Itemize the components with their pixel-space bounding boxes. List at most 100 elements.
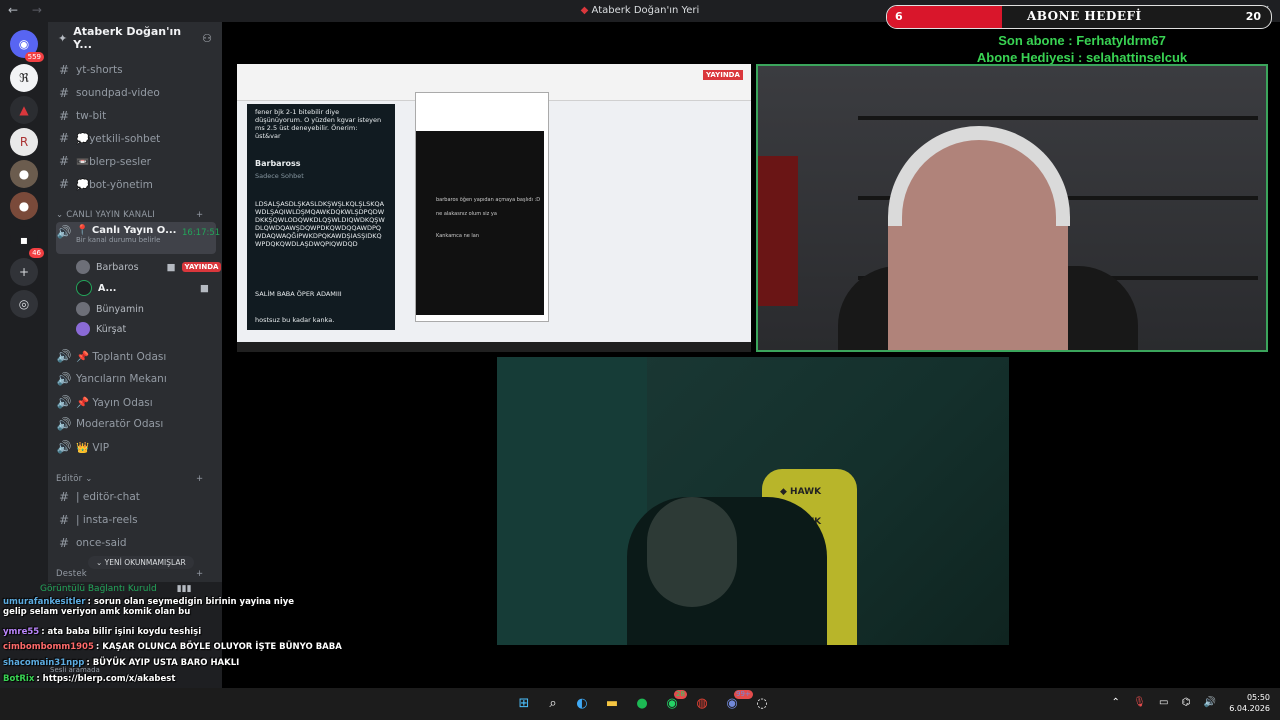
- add-channel-icon[interactable]: +: [196, 210, 203, 220]
- sub-goal-bar: 6 ABONE HEDEFİ 20: [886, 5, 1272, 29]
- chat-message: LDSALŞASDLŞKASLDKŞWŞLKQLŞLSKQAWDLŞAQIWLD…: [255, 200, 385, 248]
- chat-message: hostsuz bu kadar kanka.: [255, 316, 335, 324]
- chat-username[interactable]: shacomain31npp: [3, 658, 84, 668]
- discord-badge: 99+: [734, 690, 753, 699]
- chat-username[interactable]: BotRix: [3, 674, 34, 684]
- screenshare-taskbar: [237, 342, 751, 352]
- chair-logo: ◆ HAWK: [780, 487, 822, 497]
- windows-taskbar: ⊞ ⌕ ◐ ▬ ● ◉ 28 ◍ ◉ 99+ ◌ ⌃ 🎙 ▭ ⌬ 🔊 05:50 6…: [0, 688, 1280, 720]
- voice-channel[interactable]: 🔊 👑 VIP: [56, 437, 216, 457]
- category-editor[interactable]: Editör ⌄ +: [56, 474, 203, 484]
- hash-icon: #: [58, 490, 70, 504]
- guild-header[interactable]: ✦ Ataberk Doğan'ın Y... ⚇: [48, 22, 222, 54]
- sub-goal-current: 6: [895, 10, 903, 23]
- guild-name: Ataberk Doğan'ın Y...: [73, 25, 182, 51]
- voice-user[interactable]: Kürşat: [76, 320, 126, 338]
- voice-channel[interactable]: 🔊 Yancıların Mekanı: [56, 369, 216, 389]
- add-server-icon[interactable]: +: [10, 258, 38, 286]
- avatar: [76, 322, 90, 336]
- spotify-icon[interactable]: ●: [634, 696, 650, 712]
- add-channel-icon[interactable]: +: [196, 569, 203, 579]
- chevron-down-icon: ⌄: [96, 558, 105, 567]
- server-icon[interactable]: ▲: [10, 96, 38, 124]
- hash-icon: #: [58, 513, 70, 527]
- voice-user[interactable]: Barbaros ■ YAYINDA: [76, 258, 222, 276]
- screenshare-tile[interactable]: YAYINDA fener bjk 2-1 bitebilir diye düş…: [237, 64, 751, 352]
- server-icon[interactable]: R: [10, 128, 38, 156]
- chat-username[interactable]: ymre55: [3, 627, 39, 637]
- channel-label: 💭yetkili-sohbet: [76, 132, 161, 145]
- channel-item[interactable]: # 📼blerp-sesler: [56, 151, 216, 171]
- speaker-icon: 🔊: [56, 349, 72, 363]
- system-tray: ⌃ 🎙 ▭ ⌬ 🔊: [1102, 697, 1216, 708]
- add-channel-icon[interactable]: +: [196, 474, 203, 484]
- headset: [888, 126, 1070, 226]
- whatsapp-icon[interactable]: ◉ 28: [664, 690, 687, 712]
- chat-username[interactable]: cimbombomm1905: [3, 642, 94, 652]
- discord-icon[interactable]: ◉ 99+: [724, 690, 753, 712]
- channel-status: Bir kanal durumu belirle: [76, 236, 161, 244]
- chat-text: : BÜYÜK AYIP USTA BARO HAKLI: [86, 658, 240, 668]
- channel-item[interactable]: # yt-shorts: [56, 60, 216, 80]
- server-icon[interactable]: ●: [10, 160, 38, 188]
- category-live[interactable]: ⌄ CANLI YAYIN KANALI +: [56, 210, 203, 220]
- sub-goal-label: ABONE HEDEFİ: [1027, 9, 1142, 23]
- volume-icon[interactable]: 🔊: [1204, 697, 1216, 708]
- folder-icon[interactable]: ▬: [604, 696, 620, 712]
- call-timer: 16:17:51: [182, 228, 221, 238]
- voice-channel[interactable]: 🔊 📌 Toplantı Odası: [56, 346, 216, 366]
- chat-line: ymre55: ata baba bilir işini koydu teshi…: [3, 627, 201, 637]
- discover-icon[interactable]: ◎: [10, 290, 38, 318]
- display-icon[interactable]: ▭: [1159, 697, 1168, 708]
- server-icon[interactable]: ●: [10, 192, 38, 220]
- add-member-icon[interactable]: ⚇: [202, 32, 212, 45]
- paint-text: barbaros öğen yapıdan açmaya başlıdı :D: [436, 197, 541, 203]
- voice-channel[interactable]: 🔊 Moderatör Odası: [56, 414, 216, 434]
- voice-user[interactable]: A... ■: [76, 279, 209, 297]
- hash-icon: #: [58, 154, 70, 168]
- category-support[interactable]: Destek +: [56, 569, 203, 579]
- voice-channel[interactable]: 🔊 📌 Yayın Odası: [56, 392, 216, 412]
- chat-line: cimbombomm1905: KAŞAR OLUNCA BÖYLE OLUYO…: [3, 642, 342, 652]
- windows-start-icon[interactable]: ⊞: [516, 696, 532, 712]
- obs-icon[interactable]: ◌: [754, 696, 770, 712]
- clock-time: 05:50: [1246, 693, 1270, 702]
- channel-label: yt-shorts: [76, 64, 123, 76]
- paint-window: barbaros öğen yapıdan açmaya başlıdı :D …: [415, 92, 549, 322]
- server-icon[interactable]: ▪ 46: [10, 226, 44, 258]
- channel-item[interactable]: # once-said: [56, 533, 216, 553]
- chrome-icon[interactable]: ◍: [694, 696, 710, 712]
- webcam-tile-speaking[interactable]: [756, 64, 1268, 352]
- channel-sidebar: ✦ Ataberk Doğan'ın Y... ⚇ # yt-shorts # so…: [48, 22, 222, 582]
- speaker-icon: 🔊: [56, 225, 72, 239]
- microphone-icon[interactable]: 🎙: [1133, 697, 1146, 708]
- voice-user[interactable]: Bünyamin: [76, 300, 144, 318]
- discord-home-icon[interactable]: ◉ 559: [10, 30, 44, 62]
- chevron-up-icon[interactable]: ⌃: [1112, 697, 1120, 708]
- hash-icon: #: [58, 109, 70, 123]
- channel-item[interactable]: # soundpad-video: [56, 83, 216, 103]
- server-icon[interactable]: ℜ: [10, 64, 38, 92]
- door: [497, 357, 647, 645]
- channel-item[interactable]: # 💭bot-yönetim: [56, 174, 216, 194]
- live-voice-channel[interactable]: 🔊 📍 Canlı Yayın O... Bir kanal durumu be…: [56, 222, 220, 254]
- channel-item[interactable]: # | editör-chat: [56, 487, 216, 507]
- guild-icon: ✦: [58, 31, 68, 45]
- hash-icon: #: [58, 131, 70, 145]
- speaker-icon: 🔊: [56, 372, 72, 386]
- webcam-tile[interactable]: ◆ HAWK ◆ HAWK: [497, 357, 1009, 645]
- channel-item[interactable]: # tw-bit: [56, 106, 216, 126]
- contact-sub: Sadece Sohbet: [255, 172, 304, 180]
- unread-pill[interactable]: ⌄ YENİ OKUNMAMIŞLAR: [88, 556, 194, 569]
- channel-item[interactable]: # | insta-reels: [56, 510, 216, 530]
- channel-item[interactable]: # 💭yetkili-sohbet: [56, 128, 216, 148]
- network-icon[interactable]: ⌬: [1182, 697, 1191, 708]
- chat-username[interactable]: umurafankesitler: [3, 597, 85, 607]
- speaker-icon: 🔊: [56, 395, 72, 409]
- hash-icon: #: [58, 177, 70, 191]
- search-icon[interactable]: ⌕: [545, 696, 561, 712]
- edge-icon[interactable]: ◐: [574, 696, 590, 712]
- channel-label: 👑 VIP: [76, 441, 110, 454]
- signal-icon: ▮▮▮: [176, 584, 192, 594]
- clock[interactable]: 05:50 6.04.2026: [1229, 692, 1270, 714]
